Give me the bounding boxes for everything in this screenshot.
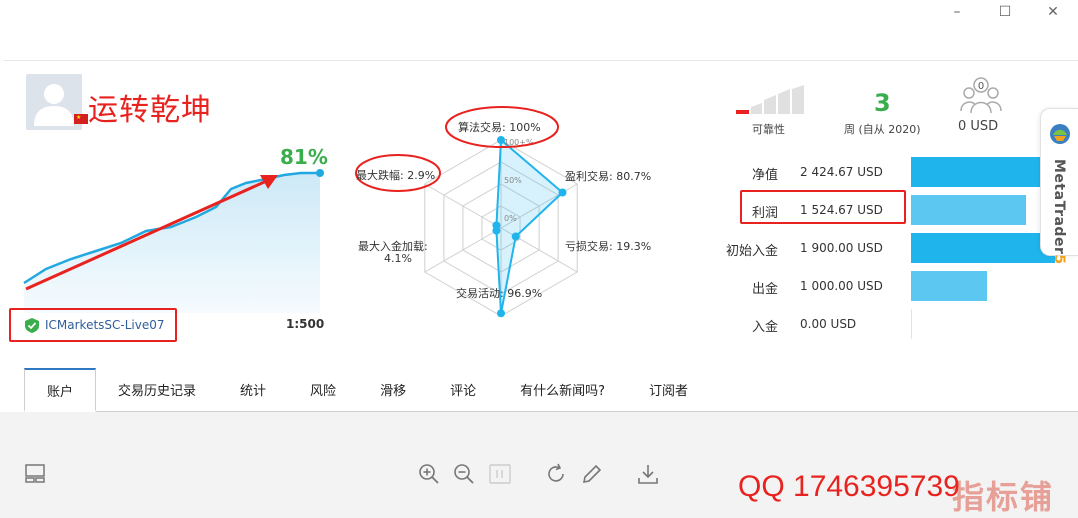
weeks-count: 3 — [874, 89, 891, 117]
zoom-in-icon[interactable] — [417, 462, 441, 486]
tab-bar: 账户 交易历史记录 统计 风险 滑移 评论 有什么新闻吗? 订阅者 — [24, 368, 1078, 412]
fin-value: 1 000.00 USD — [800, 279, 883, 293]
flag-icon: ★ — [74, 114, 88, 124]
tab-risks[interactable]: 风险 — [288, 368, 358, 411]
fin-bar — [911, 195, 1026, 225]
radar-label-load-value: 4.1% — [384, 252, 412, 265]
fin-label: 入金 — [751, 320, 778, 335]
window-controls: – ☐ ✕ — [946, 4, 1064, 20]
reliability-bar-4 — [778, 89, 790, 114]
metatrader-tab[interactable]: MetaTrader5 — [1040, 108, 1078, 265]
fin-label: 初始入金 — [725, 244, 778, 259]
reliability-bar-2 — [751, 103, 762, 114]
fin-bar — [911, 233, 1055, 263]
growth-endpoint — [316, 169, 324, 177]
tab-news[interactable]: 有什么新闻吗? — [498, 368, 627, 411]
fin-row-equity: 净值 2 424.67 USD — [714, 155, 1076, 189]
radar-label-activity: 交易活动: 96.9% — [456, 287, 543, 300]
ring-label-50: 50% — [504, 176, 522, 185]
maximize-button[interactable]: ☐ — [994, 4, 1016, 20]
layout-icon[interactable] — [24, 462, 46, 484]
leverage: 1:500 — [286, 317, 325, 331]
fin-bar — [911, 309, 912, 339]
weeks-label: 周 (自从 2020) — [844, 123, 921, 136]
radar-label-algo: 算法交易: 100% — [458, 121, 541, 134]
metatrader-label: MetaTrader5 — [1051, 159, 1067, 265]
radar-label-drawdown: 最大跌幅: 2.9% — [356, 169, 436, 182]
subscribers-count: 0 — [978, 81, 984, 92]
reliability-bar-3 — [764, 95, 776, 114]
account-name: 运转乾坤 — [88, 93, 212, 128]
radar-chart: 100+% 50% 0% 算法交易: 100% 盈利交易: 80.7% 亏损交易… — [344, 101, 684, 351]
reliability-label: 可靠性 — [752, 123, 785, 136]
radar-point-profit_trades — [558, 188, 567, 197]
subscribers-value: 0 USD — [958, 119, 999, 134]
qq-overlay-text: QQ 1746395739 — [738, 470, 960, 503]
radar-point-activity — [497, 309, 505, 318]
metatrader-logo-icon — [1050, 124, 1070, 144]
fin-label: 净值 — [751, 168, 778, 183]
growth-percent: 81% — [280, 145, 328, 169]
fin-row-deposit: 入金 0.00 USD — [714, 307, 1074, 341]
tab-reviews[interactable]: 评论 — [428, 368, 498, 411]
fin-row-initial-deposit: 初始入金 1 900.00 USD — [714, 231, 1074, 265]
fin-value: 0.00 USD — [800, 317, 857, 331]
tab-slippage[interactable]: 滑移 — [358, 368, 428, 411]
window-titlebar: – ☐ ✕ — [0, 0, 1078, 60]
growth-area — [24, 173, 320, 313]
tab-statistics[interactable]: 统计 — [218, 368, 288, 411]
account-card: ★ 运转乾坤 81% ICMarketsSC-Live07 1:500 100+… — [4, 60, 1078, 410]
reliability-bar-5 — [792, 85, 804, 114]
shield-check-icon — [25, 317, 39, 333]
fit-icon[interactable] — [488, 462, 512, 486]
tab-account[interactable]: 账户 — [24, 368, 97, 412]
radar-point-max_drawdown — [492, 221, 501, 230]
radar-label-loss: 亏损交易: 19.3% — [565, 240, 652, 253]
fin-bar — [911, 271, 987, 301]
edit-icon[interactable] — [580, 462, 604, 486]
fin-value: 1 900.00 USD — [800, 241, 883, 255]
fin-value: 2 424.67 USD — [800, 165, 883, 179]
reliability-bar-1b — [736, 110, 749, 114]
zoom-out-icon[interactable] — [452, 462, 476, 486]
refresh-icon[interactable] — [544, 462, 568, 486]
highlight-profit — [740, 190, 906, 224]
fin-row-withdrawal: 出金 1 000.00 USD — [714, 269, 1074, 303]
tab-history[interactable]: 交易历史记录 — [96, 368, 218, 411]
fin-label: 出金 — [751, 282, 778, 297]
radar-svg: 100+% 50% 0% — [355, 106, 578, 318]
download-icon[interactable] — [636, 462, 660, 486]
radar-point-loss_trades — [511, 232, 520, 241]
server-name[interactable]: ICMarketsSC-Live07 — [45, 318, 165, 332]
minimize-button[interactable]: – — [946, 4, 968, 20]
subscribers-icon: 0 — [960, 77, 1002, 114]
watermark-text: 指标铺 — [952, 478, 1055, 516]
user-silhouette-icon — [34, 84, 74, 126]
close-button[interactable]: ✕ — [1042, 4, 1064, 20]
server-box: ICMarketsSC-Live07 — [9, 308, 177, 342]
tab-subscribers[interactable]: 订阅者 — [627, 368, 710, 411]
radar-label-profit: 盈利交易: 80.7% — [565, 170, 652, 183]
ring-label-0: 0% — [504, 214, 517, 223]
